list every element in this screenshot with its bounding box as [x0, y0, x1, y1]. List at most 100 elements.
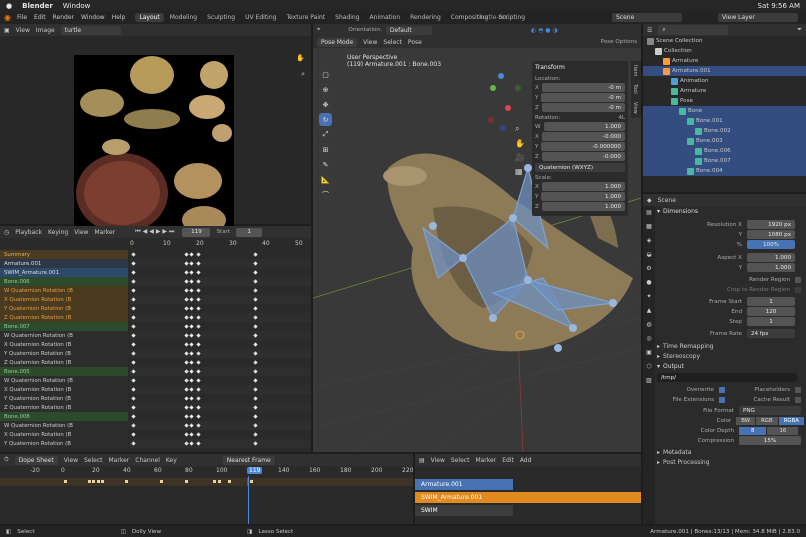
sidebar-tab-view[interactable]: View — [631, 98, 639, 118]
hand-pan-icon[interactable]: ✋ — [296, 54, 305, 62]
tab-rendering[interactable]: Rendering — [406, 13, 445, 22]
editor-type-icon[interactable]: ▤ — [419, 457, 425, 464]
outliner-item[interactable]: Bone.001 — [643, 116, 806, 126]
channel-row[interactable]: W Quaternion Rotation (B — [0, 421, 128, 430]
cursor-tool-icon[interactable]: ⊕ — [319, 83, 332, 96]
nla-track[interactable]: Armature.001 — [415, 478, 641, 490]
transform-value-field[interactable]: -0 m — [541, 103, 625, 112]
color-rgb-button[interactable]: RGB — [756, 416, 778, 425]
select-menu[interactable]: Select — [383, 39, 402, 46]
relax-tool-icon[interactable]: ⌒ — [319, 188, 332, 201]
annotate-tool-icon[interactable]: ✎ — [319, 158, 332, 171]
view-menu[interactable]: View — [64, 457, 78, 464]
outliner-item[interactable]: Bone.002 — [643, 126, 806, 136]
tab-icons[interactable]: ▤ ▦ ◈ ◒ ⚙ ● ✦ ▲ ◍ ◎ ▣ ⬡ ▨ — [643, 206, 655, 388]
editor-type-icon[interactable]: ◷ — [4, 229, 9, 236]
frame-step-field[interactable]: 1 — [747, 317, 795, 326]
view-menu[interactable]: View — [363, 39, 377, 46]
transform-value-field[interactable]: 1.000 — [541, 182, 625, 191]
dopesheet-ruler[interactable]: -20 0 20 40 60 80 100 119 140 160 180 200 220 — [0, 467, 413, 476]
outliner-item[interactable]: Collection — [643, 46, 806, 56]
add-menu[interactable]: Add — [520, 457, 532, 464]
output-path-field[interactable]: /tmp/ — [657, 373, 797, 382]
res-x-field[interactable]: 1920 px — [747, 220, 795, 229]
placeholders-checkbox[interactable] — [795, 386, 801, 393]
rotation-lock[interactable]: 4L — [618, 115, 625, 121]
channel-row[interactable]: Y Quaternion Rotation (B — [0, 349, 128, 358]
outliner-item[interactable]: Armature — [643, 86, 806, 96]
channel-row[interactable]: Bone.005 — [0, 367, 128, 376]
dopesheet-mode-select[interactable]: Dope Sheet — [14, 455, 58, 465]
channel-row[interactable]: X Quaternion Rotation (B — [0, 430, 128, 439]
select-tool-icon[interactable]: ▢ — [319, 68, 332, 81]
scene-selector[interactable]: Scene — [612, 13, 682, 22]
view-layer-field[interactable]: View Layer — [718, 13, 798, 22]
scene-field[interactable]: Scene — [612, 13, 682, 22]
menu-window[interactable]: Window — [81, 14, 105, 21]
app-menu[interactable]: Blender — [22, 2, 53, 10]
channel-row[interactable]: W Quaternion Rotation (B — [0, 376, 128, 385]
outliner-item[interactable]: Scene Collection — [643, 36, 806, 46]
viewlayer-selector[interactable]: View Layer — [718, 13, 798, 22]
pose-menu[interactable]: Pose — [408, 39, 422, 46]
rotation-mode-select[interactable]: Quaternion (WXYZ) — [535, 163, 625, 172]
transform-value-field[interactable]: -0 m — [541, 93, 625, 102]
channel-row[interactable]: Y Quaternion Rotation (B — [0, 304, 128, 313]
outliner-item[interactable]: Bone.004 — [643, 166, 806, 176]
depth-8-button[interactable]: 8 — [739, 426, 767, 435]
channel-row[interactable]: X Quaternion Rotation (B — [0, 295, 128, 304]
channel-row[interactable]: Y Quaternion Rotation (B — [0, 439, 128, 448]
playback-controls[interactable]: ⏮◀◀▶▶⏭ — [135, 228, 176, 236]
outliner-item[interactable]: Pose — [643, 96, 806, 106]
channel-row[interactable]: X Quaternion Rotation (B — [0, 340, 128, 349]
tab-sculpting[interactable]: Sculpting — [203, 13, 239, 22]
camera-view-icon[interactable]: 🎥 — [515, 153, 525, 162]
nla-strip[interactable] — [513, 504, 641, 516]
nla-strip[interactable] — [513, 478, 641, 490]
window-menu[interactable]: Window — [63, 2, 91, 10]
res-pct-field[interactable]: 100% — [747, 240, 795, 249]
marker-menu[interactable]: Marker — [94, 229, 115, 236]
transform-value-field[interactable]: 1.000 — [541, 202, 625, 211]
pose-options[interactable]: Pose Options — [601, 39, 637, 45]
scale-tool-icon[interactable]: ⤢ — [319, 128, 332, 141]
editor-type-icon[interactable]: ▣ — [4, 27, 10, 34]
keyframe-area[interactable] — [130, 250, 311, 450]
orientation-select[interactable]: Default — [385, 25, 432, 35]
outliner-item[interactable]: Armature — [643, 56, 806, 66]
color-bw-button[interactable]: BW — [736, 416, 756, 425]
output-section[interactable]: ▾ Output — [657, 361, 804, 371]
transform-tool-icon[interactable]: ⊞ — [319, 143, 332, 156]
channel-menu[interactable]: Channel — [135, 457, 160, 464]
stereo-section[interactable]: ▸ Stereoscopy — [657, 351, 804, 361]
outliner-item[interactable]: Bone — [643, 106, 806, 116]
render-region-checkbox[interactable] — [795, 276, 801, 283]
zoom-view-icon[interactable]: ⌕ — [515, 124, 525, 134]
sidebar-tab-tool[interactable]: Tool — [631, 80, 639, 98]
mac-clock[interactable]: Sat 9:56 AM — [758, 2, 800, 10]
marker-menu[interactable]: Marker — [475, 457, 496, 464]
tab-uv-editing[interactable]: UV Editing — [241, 13, 280, 22]
tab-texture-paint[interactable]: Texture Paint — [282, 13, 329, 22]
apple-icon[interactable]: ● — [6, 2, 12, 10]
select-menu[interactable]: Select — [84, 457, 103, 464]
post-processing-section[interactable]: ▸ Post Processing — [657, 457, 804, 467]
move-tool-icon[interactable]: ✥ — [319, 98, 332, 111]
outliner-item[interactable]: Bone.007 — [643, 156, 806, 166]
aspect-x-field[interactable]: 1.000 — [747, 253, 795, 262]
editor-type-icon[interactable]: ⏱ — [4, 456, 9, 464]
compression-field[interactable]: 15% — [739, 436, 801, 445]
frame-end-field[interactable]: 120 — [747, 307, 795, 316]
tab-animation[interactable]: Animation — [366, 13, 405, 22]
current-frame-field[interactable]: 119 — [182, 227, 211, 237]
tab-layout[interactable]: Layout — [135, 13, 164, 22]
image-name-field[interactable]: turtle — [60, 25, 121, 35]
ortho-toggle-icon[interactable]: ▦ — [515, 167, 525, 176]
pan-view-icon[interactable]: ✋ — [515, 139, 525, 148]
crop-checkbox[interactable] — [795, 286, 801, 293]
frame-start-field[interactable]: 1 — [747, 297, 795, 306]
transform-value-field[interactable]: -0.000000 — [541, 142, 625, 151]
channel-row[interactable]: Summary — [0, 250, 128, 259]
view-menu[interactable]: View — [74, 229, 88, 236]
tab-shading[interactable]: Shading — [331, 13, 363, 22]
